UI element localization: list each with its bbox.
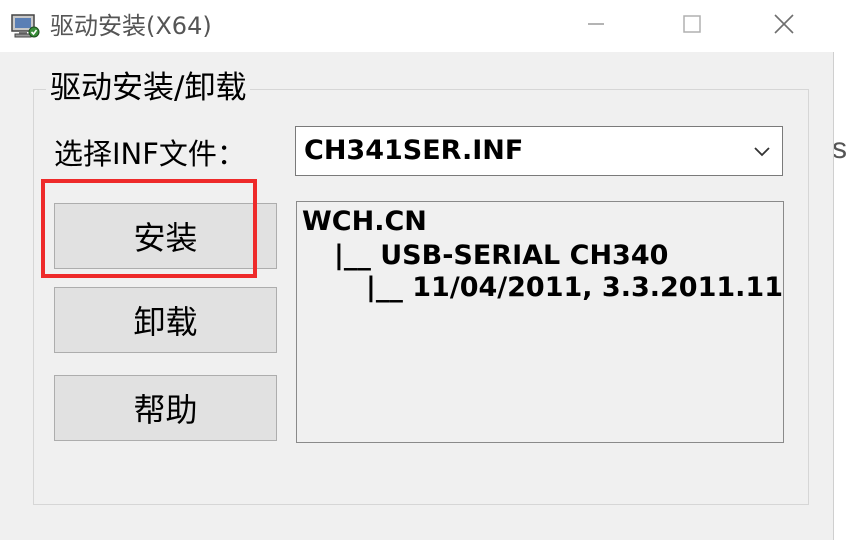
driver-install-icon xyxy=(10,12,40,40)
info-line-vendor: WCH.CN xyxy=(302,206,427,237)
help-button[interactable]: 帮助 xyxy=(54,375,277,441)
window-title: 驱动安装(X64) xyxy=(50,12,212,40)
inf-file-selected: CH341SER.INF xyxy=(304,135,524,166)
driver-info-panel: WCH.CN |__ USB-SERIAL CH340 |__ 11/04/20… xyxy=(296,201,784,443)
install-button[interactable]: 安装 xyxy=(54,203,277,269)
close-icon xyxy=(773,13,795,39)
inf-select-label: 选择INF文件： xyxy=(54,137,246,171)
uninstall-button-label: 卸载 xyxy=(133,303,198,341)
group-label: 驱动安装/卸载 xyxy=(46,68,251,108)
minimize-button[interactable] xyxy=(564,0,628,52)
background-window-text: s xyxy=(832,132,847,165)
inf-file-dropdown[interactable]: CH341SER.INF xyxy=(295,126,783,176)
info-line-device: |__ USB-SERIAL CH340 xyxy=(334,240,669,271)
maximize-button[interactable] xyxy=(660,0,724,52)
info-line-version: |__ 11/04/2011, 3.3.2011.11 xyxy=(366,272,783,303)
driver-install-window: 驱动安装(X64) 驱动安装/卸载 选择INF文件： CH341SER.INF … xyxy=(0,0,834,540)
chevron-down-icon xyxy=(752,143,772,161)
background-window-strip xyxy=(834,0,848,540)
help-button-label: 帮助 xyxy=(133,391,198,429)
uninstall-button[interactable]: 卸载 xyxy=(54,287,277,353)
title-bar[interactable]: 驱动安装(X64) xyxy=(0,0,834,52)
minimize-icon xyxy=(586,14,606,38)
close-button[interactable] xyxy=(752,0,816,52)
install-button-label: 安装 xyxy=(133,219,198,257)
maximize-icon xyxy=(682,14,702,38)
